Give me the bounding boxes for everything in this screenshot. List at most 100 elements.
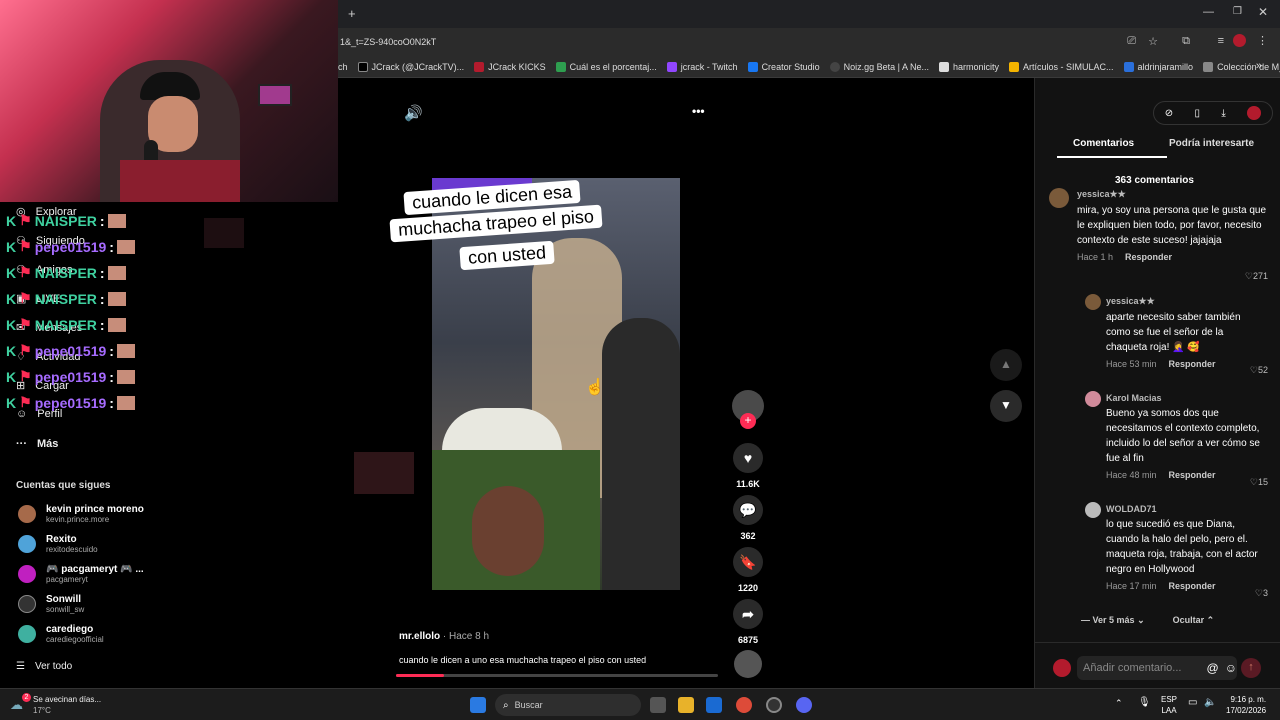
outlook-icon[interactable] (706, 697, 722, 713)
heart-icon[interactable]: ♥ (733, 443, 763, 473)
profile-avatar[interactable] (1233, 34, 1246, 47)
bookmark-10[interactable]: Colección de M_blei... (1203, 61, 1280, 72)
chrome-icon[interactable] (736, 697, 752, 713)
tab-podria-interesarte[interactable]: Podría interesarte (1169, 138, 1254, 149)
follow-plus-icon[interactable]: + (740, 413, 756, 429)
bookmark-star-icon[interactable]: ☆ (1148, 35, 1158, 48)
windows-start-icon[interactable] (470, 697, 486, 713)
new-tab-button[interactable]: + (348, 6, 356, 21)
share-action[interactable]: ➦ 6875 (732, 599, 764, 645)
comment-like[interactable]: ♡271 (1245, 271, 1268, 282)
comment-item: yessica★★ mira, yo soy una persona que l… (1077, 189, 1267, 262)
weather-widget[interactable]: Se avecinan días... 17°C (33, 694, 101, 716)
save-action[interactable]: 🔖 1220 (732, 547, 764, 593)
bookmark-2[interactable]: JCrack KICKS (474, 61, 546, 72)
weather-badge: 2 (22, 693, 31, 702)
hide-replies[interactable]: Ocultar ⌃ (1173, 615, 1215, 626)
following-item[interactable]: 🎮 pacgameryt 🎮 ... pacgameryt (18, 564, 144, 584)
comment-action[interactable]: 💬 362 (732, 495, 764, 541)
emoji-icon[interactable]: ☺ (1225, 661, 1237, 675)
link-icon[interactable]: ⊘ (1165, 108, 1173, 119)
twitch-icon (666, 61, 677, 72)
more-options-icon[interactable]: ••• (692, 104, 705, 118)
mention-icon[interactable]: @ (1207, 661, 1219, 675)
jcrack-icon (474, 61, 485, 72)
restore-icon[interactable]: ❐ (1233, 6, 1242, 17)
bookmark-3[interactable]: Cuál es el porcentaj... (555, 61, 657, 72)
network-icon[interactable]: ▭ (1188, 697, 1197, 708)
file-explorer-icon[interactable] (678, 697, 694, 713)
prev-video-button[interactable]: ▲ (990, 349, 1022, 381)
phone-icon[interactable]: ▯ (1195, 108, 1201, 119)
comment-like[interactable]: ♡52 (1250, 365, 1268, 376)
send-icon[interactable]: ↑ (1241, 658, 1261, 678)
avatar (18, 595, 36, 613)
tray-chevron-icon[interactable]: ⌃ (1115, 698, 1123, 709)
reply-button[interactable]: Responder (1169, 470, 1216, 480)
nav-more[interactable]: ··· Más (16, 438, 58, 450)
comment-like[interactable]: ♡3 (1255, 588, 1268, 599)
chrome-menu-icon[interactable]: ⋮ (1257, 34, 1268, 47)
avatar[interactable] (1085, 502, 1101, 518)
following-item[interactable]: carediego carediegoofficial (18, 624, 104, 644)
discord-icon[interactable] (796, 697, 812, 713)
obs-icon[interactable] (766, 697, 782, 713)
download-icon[interactable]: ⤓ (1221, 108, 1225, 119)
tab-active-underline (1057, 156, 1167, 158)
bookmark-0[interactable]: ch (338, 62, 348, 72)
weather-icon[interactable]: ☁ (10, 697, 23, 713)
divider (1035, 642, 1280, 643)
bookmark-6[interactable]: Noiz.gg Beta | A Ne... (829, 61, 929, 72)
bookmarks-more-icon[interactable]: » (1256, 60, 1262, 72)
bookmark-1[interactable]: JCrack (@JCrackTV)... (357, 61, 464, 72)
tab-comentarios[interactable]: Comentarios (1073, 138, 1134, 149)
minimize-icon[interactable]: — (1203, 6, 1214, 18)
avatar[interactable] (1049, 188, 1069, 208)
save-count: 1220 (737, 583, 759, 593)
avatar (18, 535, 36, 553)
like-action[interactable]: ♥ 11.6K (732, 443, 764, 489)
bookmark-9[interactable]: aldrinjaramillo (1123, 61, 1193, 72)
emote-icon (116, 343, 135, 358)
language-indicator[interactable]: ESP LAA (1161, 694, 1177, 716)
see-more-replies[interactable]: — Ver 5 más ⌄ (1081, 615, 1145, 626)
avatar[interactable] (1085, 391, 1101, 407)
add-comment-field[interactable]: Añadir comentario... @ ☺ (1077, 656, 1237, 680)
clock[interactable]: 9:16 p. m. 17/02/2026 (1226, 694, 1266, 716)
url-text[interactable]: 1&_t=ZS-940coO0N2kT (340, 37, 436, 47)
following-item[interactable]: kevin prince moreno kevin.prince.more (18, 504, 144, 524)
next-video-button[interactable]: ▼ (990, 390, 1022, 422)
reply-button[interactable]: Responder (1169, 359, 1216, 369)
comment-icon[interactable]: 💬 (733, 495, 763, 525)
drive-icon (1009, 61, 1019, 72)
see-all-link[interactable]: ☰ Ver todo (16, 661, 72, 672)
reply-button[interactable]: Responder (1125, 252, 1172, 262)
following-item[interactable]: Sonwill sonwill_sw (18, 594, 84, 614)
task-view-icon[interactable] (650, 697, 666, 713)
volume-tray-icon[interactable]: 🔈 (1204, 697, 1216, 708)
share-icon[interactable]: ➦ (733, 599, 763, 629)
bookmark-4[interactable]: jcrack - Twitch (666, 61, 738, 72)
progress-bar[interactable] (396, 674, 718, 677)
cast-icon[interactable]: ⎚ (1127, 35, 1136, 48)
user-avatar[interactable] (1247, 106, 1262, 120)
avatar[interactable] (1085, 294, 1101, 310)
bookmark-icon[interactable]: 🔖 (733, 547, 763, 577)
extensions-icon[interactable]: ⧉ (1182, 35, 1190, 48)
microphone-icon[interactable]: 🎙 (1138, 697, 1151, 708)
following-item[interactable]: Rexito rexitodescuido (18, 534, 98, 554)
video-author[interactable]: mr.ellolo (399, 631, 440, 642)
following-title: Cuentas que sigues (16, 480, 111, 491)
video-player[interactable] (432, 178, 680, 590)
comment-like[interactable]: ♡15 (1250, 477, 1268, 488)
taskbar-search[interactable]: ⌕ Buscar (495, 694, 641, 716)
reply-button[interactable]: Responder (1169, 581, 1216, 591)
bookmark-5[interactable]: Creator Studio (747, 61, 820, 72)
music-disc-icon[interactable] (734, 650, 762, 678)
volume-icon[interactable]: 🔊 (404, 104, 423, 122)
bookmark-7[interactable]: harmonicity (938, 61, 999, 72)
media-icon[interactable]: ≡ (1218, 35, 1224, 47)
close-window-icon[interactable]: ✕ (1258, 5, 1268, 19)
bookmark-8[interactable]: Artículos - SIMULAC... (1009, 61, 1114, 72)
inset-face (472, 486, 544, 576)
